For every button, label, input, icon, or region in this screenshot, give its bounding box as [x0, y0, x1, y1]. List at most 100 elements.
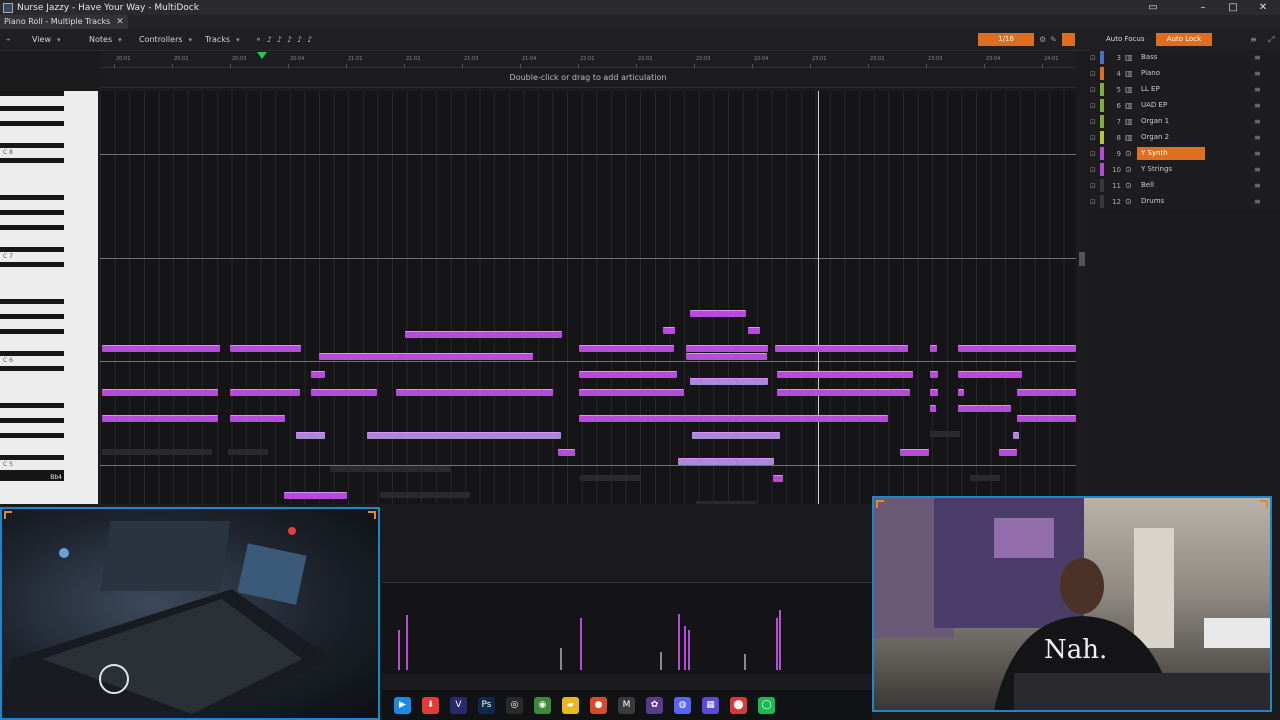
- download-app-icon[interactable]: ⬇: [422, 696, 439, 714]
- midi-note[interactable]: [311, 389, 377, 396]
- photoshop-app-icon[interactable]: Ps: [478, 696, 495, 714]
- black-key[interactable]: [0, 195, 64, 200]
- midi-note[interactable]: [686, 353, 767, 360]
- expand-icon[interactable]: ⤢: [1268, 29, 1274, 51]
- tab-piano-roll[interactable]: Piano Roll - Multiple Tracks ✕: [0, 15, 128, 29]
- track-name[interactable]: Y Synth: [1137, 147, 1205, 160]
- snap-value-selector[interactable]: 1/16: [978, 33, 1034, 46]
- track-row[interactable]: ⊡ 8 ▥ Organ 2 ≡: [1090, 130, 1270, 145]
- black-key[interactable]: [0, 418, 64, 423]
- lock-icon[interactable]: ⊡: [1090, 54, 1100, 62]
- velocity-bar[interactable]: [744, 654, 746, 670]
- fingerprint-app-icon[interactable]: ✿: [646, 696, 663, 714]
- midi-note[interactable]: [230, 389, 300, 396]
- note-duration-icons[interactable]: ⚬♪♪♪♪♪: [255, 29, 317, 51]
- black-key[interactable]: [0, 262, 64, 267]
- black-key[interactable]: [0, 433, 64, 438]
- highlighted-key[interactable]: Bb4: [0, 474, 64, 481]
- track-menu-icon[interactable]: ≡: [1254, 149, 1261, 158]
- black-key[interactable]: [0, 314, 64, 319]
- midi-note[interactable]: [692, 432, 780, 439]
- black-key[interactable]: [0, 121, 64, 126]
- midi-note[interactable]: [230, 345, 301, 352]
- track-row[interactable]: ⊡ 7 ▥ Organ 1 ≡: [1090, 114, 1270, 129]
- midi-note[interactable]: [1017, 389, 1076, 396]
- track-name[interactable]: LL EP: [1137, 83, 1205, 96]
- maximize-icon[interactable]: □: [1218, 0, 1248, 15]
- track-name[interactable]: Organ 2: [1137, 131, 1205, 144]
- midi-note[interactable]: [405, 331, 562, 338]
- black-key[interactable]: [0, 247, 64, 252]
- track-menu-icon[interactable]: ≡: [1254, 181, 1261, 190]
- midi-note[interactable]: [775, 345, 908, 352]
- midi-note[interactable]: [748, 327, 760, 334]
- maps-app-icon[interactable]: ⬤: [730, 696, 747, 714]
- midi-note[interactable]: [102, 415, 218, 422]
- obs-app-icon[interactable]: ◎: [506, 696, 523, 714]
- lock-icon[interactable]: ⊡: [1090, 150, 1100, 158]
- track-name[interactable]: Bass: [1137, 51, 1205, 64]
- lock-icon[interactable]: ⊡: [1090, 86, 1100, 94]
- track-menu-icon[interactable]: ≡: [1254, 85, 1261, 94]
- midi-note[interactable]: [930, 405, 936, 412]
- midi-note[interactable]: [296, 432, 325, 439]
- note-grid[interactable]: [100, 91, 1076, 504]
- play-app-icon[interactable]: ▶: [394, 696, 411, 714]
- midi-note[interactable]: [958, 405, 1011, 412]
- track-row[interactable]: ⊡ 11 ⊙ Bell ≡: [1090, 178, 1270, 193]
- track-name[interactable]: UAD EP: [1137, 99, 1205, 112]
- midi-note[interactable]: [773, 475, 783, 482]
- track-row[interactable]: ⊡ 6 ▥ UAD EP ≡: [1090, 98, 1270, 113]
- auto-focus-toggle[interactable]: Auto Focus: [1106, 33, 1148, 46]
- midi-note[interactable]: [958, 345, 1076, 352]
- articulation-lane[interactable]: Double-click or drag to add articulation: [100, 68, 1076, 88]
- track-menu-icon[interactable]: ≡: [1254, 69, 1261, 78]
- midi-note[interactable]: [690, 310, 746, 317]
- midi-note[interactable]: [999, 449, 1017, 456]
- midi-note[interactable]: [319, 353, 533, 360]
- playhead-marker-icon[interactable]: [257, 52, 267, 59]
- velocity-bar[interactable]: [580, 618, 582, 670]
- velocity-bar[interactable]: [660, 652, 662, 670]
- track-name[interactable]: Y Strings: [1137, 163, 1205, 176]
- midi-note[interactable]: [230, 415, 285, 422]
- lock-icon[interactable]: ⊡: [1090, 182, 1100, 190]
- midi-note[interactable]: [102, 345, 220, 352]
- midi-note[interactable]: [579, 371, 677, 378]
- velocity-bar[interactable]: [398, 630, 400, 670]
- track-row[interactable]: ⊡ 4 ▥ Piano ≡: [1090, 66, 1270, 81]
- midi-note[interactable]: [930, 371, 938, 378]
- black-key[interactable]: [0, 329, 64, 334]
- track-row[interactable]: ⊡ 9 ⊙ Y Synth ≡: [1090, 146, 1270, 161]
- midi-note[interactable]: [930, 345, 937, 352]
- midi-note[interactable]: [579, 415, 888, 422]
- midi-note[interactable]: [579, 389, 684, 396]
- black-key[interactable]: [0, 91, 64, 96]
- timeline-ruler[interactable]: 20:01 20:02 20:03 20:04 21:01 21:02 21:03 21:04…: [100, 52, 1076, 68]
- black-key[interactable]: [0, 106, 64, 111]
- velocity-bar[interactable]: [688, 630, 690, 670]
- velocity-bar[interactable]: [406, 615, 408, 670]
- track-row[interactable]: ⊡ 12 ⊙ Drums ≡: [1090, 194, 1270, 209]
- midi-note[interactable]: [777, 371, 913, 378]
- lock-icon[interactable]: ⊡: [1090, 70, 1100, 78]
- track-menu-icon[interactable]: ≡: [1254, 117, 1261, 126]
- tab-close-icon[interactable]: ✕: [116, 15, 124, 29]
- black-key[interactable]: [0, 403, 64, 408]
- minimize-icon[interactable]: –: [1188, 0, 1218, 15]
- track-name[interactable]: Bell: [1137, 179, 1205, 192]
- black-key[interactable]: [0, 143, 64, 148]
- folder-app-icon[interactable]: ▰: [562, 696, 579, 714]
- black-key[interactable]: [0, 455, 64, 460]
- midi-note[interactable]: [777, 389, 910, 396]
- lock-icon[interactable]: ⊡: [1090, 166, 1100, 174]
- midi-note[interactable]: [396, 389, 553, 396]
- black-key[interactable]: [0, 366, 64, 371]
- velocity-bar[interactable]: [779, 610, 781, 670]
- midi-note[interactable]: [1017, 415, 1076, 422]
- black-key[interactable]: [0, 351, 64, 356]
- track-menu-icon[interactable]: ≡: [1254, 53, 1261, 62]
- lock-icon[interactable]: ⊡: [1090, 198, 1100, 206]
- midi-note[interactable]: [1013, 432, 1019, 439]
- pencil-icon[interactable]: ✎: [1050, 29, 1057, 51]
